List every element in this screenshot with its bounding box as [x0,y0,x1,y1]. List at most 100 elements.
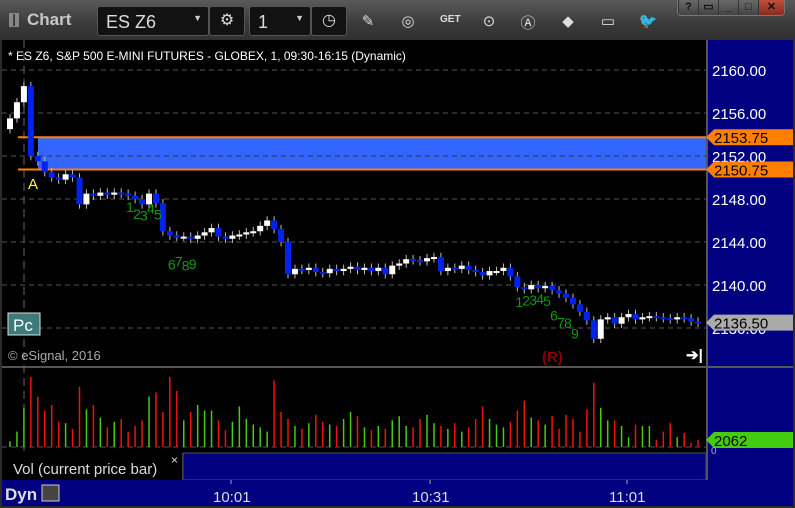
candle [549,286,556,291]
maximize-button[interactable]: □ [738,0,758,15]
minimize-button[interactable]: _ [718,0,738,15]
candle [97,192,104,196]
candle [278,229,285,242]
wave-count-label: 9 [571,325,579,341]
candle [486,271,493,276]
candle [667,318,674,321]
axis-divider [706,40,708,480]
time-axis[interactable] [2,480,793,506]
candle [507,267,514,277]
lock-clock-icon[interactable] [41,484,60,502]
candle [354,266,361,270]
candle [62,174,69,180]
candle [194,235,201,239]
candle [389,265,396,275]
candle [271,220,278,230]
candle [312,267,319,273]
candle [451,267,458,270]
candle [597,319,604,339]
candle [688,318,695,322]
volume-study-label: Vol (current price bar) [13,461,157,478]
time-tick-label: 10:01 [213,489,251,506]
candle [576,304,583,312]
candle [305,267,312,270]
play-icon[interactable]: ⊙ [479,12,499,30]
candle [542,286,549,289]
candle [493,271,500,274]
candle [396,263,403,266]
candle [639,317,646,320]
scroll-to-end-icon[interactable]: ➔| [686,347,703,364]
candle [410,259,417,262]
candle [208,228,215,233]
candle [361,267,368,270]
chart-settings-icon[interactable]: ◎ [398,12,418,30]
volume-last-label: 2062 [714,433,747,450]
candle [514,276,521,288]
candle [319,272,326,275]
candle [521,287,528,290]
candle [118,192,125,195]
candle [479,272,486,276]
candle [166,231,173,236]
comment-icon[interactable]: ▭ [598,12,618,30]
symbol-value: ES Z6 [106,12,157,32]
candle [424,258,430,262]
candle [7,118,13,130]
candle [243,232,250,235]
candle [556,290,563,294]
candle [535,285,542,289]
candle [27,86,34,156]
candle [528,285,535,290]
candle [285,242,291,275]
price-tick-label: 2148.00 [712,192,766,209]
candle [298,268,305,271]
window-title: Chart [27,10,72,29]
close-button[interactable]: ✕ [758,0,784,15]
clock-button[interactable]: ◷ [311,6,347,36]
pc-label: Pc [13,316,33,335]
twitter-icon[interactable]: 🐦 [638,12,658,30]
candle [173,235,180,238]
candle [257,225,264,232]
help-button[interactable]: ? [678,0,698,15]
chevron-down-icon: ▼ [295,13,304,23]
window-controls: ? ▭ _ □ ✕ [677,0,785,16]
candle [69,174,76,178]
volume-close-icon[interactable]: × [171,453,178,467]
symbol-dropdown[interactable]: ES Z6 ▼ [97,6,209,36]
title-bar: Chart ES Z6 ▼ ⚙ 1 ▼ ◷ ✎ ◎ GET ⊙ Ⓐ ◆ ▭ 🐦 ? … [0,0,795,40]
candle [403,259,410,264]
link-icon[interactable]: ◆ [558,12,578,30]
candle [590,320,597,339]
volume-zero-label: 0 [711,446,717,457]
pane-divider[interactable] [2,366,793,368]
auto-icon[interactable]: Ⓐ [518,12,538,33]
candle [646,316,653,319]
dyn-label[interactable]: Dyn [5,485,37,504]
candle [695,321,702,324]
zone-price-label: 2153.75 [714,130,768,147]
pencil-icon[interactable]: ✎ [358,12,378,30]
candle [333,268,340,272]
chart-area[interactable]: 1 2 3 4 56 7 8 91 2 3 4 56 7 89 2160.002156.002152.00… [0,40,795,508]
candle [264,220,271,226]
candle [340,268,347,272]
symbol-settings-button[interactable]: ⚙ [209,6,245,36]
candle [430,257,437,260]
volume-legend-area [182,452,707,481]
copyright-text: © eSignal, 2016 [8,348,101,363]
get-data-icon[interactable]: GET [440,14,461,25]
price-zone [38,137,706,170]
drag-grip-icon[interactable] [9,13,19,27]
candle [222,236,229,239]
r-marker: (R) [542,349,563,366]
interval-dropdown[interactable]: 1 ▼ [249,6,311,36]
candle [125,193,132,196]
dock-button[interactable]: ▭ [698,0,718,15]
candle [604,317,611,320]
wave-count-label: 9 [189,256,197,272]
candle [83,193,90,205]
candle [76,177,83,205]
candle [326,268,333,274]
